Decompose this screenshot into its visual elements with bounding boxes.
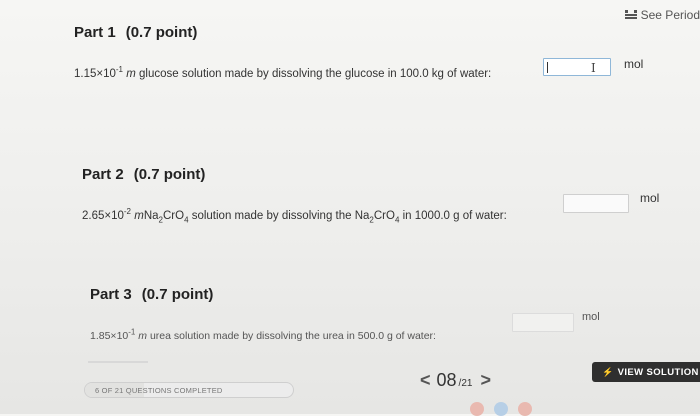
part-3-label: Part 3	[90, 286, 132, 303]
part-2-question: 2.65×10-2 mNa2CrO4 solution made by diss…	[82, 207, 507, 225]
part-2-label: Part 2	[82, 166, 124, 183]
part-3-question: 1.85×10-1 m urea solution made by dissol…	[90, 327, 436, 342]
part-2-unit: mol	[640, 191, 660, 205]
lightning-icon: ⚡	[602, 366, 614, 377]
part-1-points: (0.7 point)	[125, 24, 198, 41]
part-3-unit: mol	[582, 311, 600, 323]
current-question-number: 08	[436, 370, 457, 390]
section-divider	[88, 361, 148, 363]
previous-question-button[interactable]: <	[420, 370, 431, 391]
part-1-label: Part 1	[74, 24, 116, 41]
part-3-answer-input[interactable]	[512, 313, 574, 332]
questions-progress-bar: 6 OF 21 QUESTIONS COMPLETED	[84, 382, 294, 398]
see-periodic-label: See Period	[640, 8, 700, 22]
part-1-title: Part 1 (0.7 point)	[74, 24, 197, 41]
total-questions: /21	[458, 378, 473, 389]
text-caret	[547, 62, 548, 73]
ibeam-cursor-icon: I	[591, 61, 596, 75]
progress-label: 6 OF 21 QUESTIONS COMPLETED	[95, 386, 223, 395]
part-2-points: (0.7 point)	[133, 166, 206, 183]
periodic-table-icon	[624, 10, 637, 20]
part-1-unit: mol	[624, 57, 644, 71]
part-1-answer-input[interactable]: I	[543, 58, 611, 76]
view-solution-label: VIEW SOLUTION	[617, 366, 699, 378]
part-3-title: Part 3 (0.7 point)	[90, 286, 213, 303]
next-question-button[interactable]: >	[480, 370, 491, 391]
see-periodic-link[interactable]: See Period	[624, 8, 700, 22]
part-2-answer-input[interactable]	[563, 194, 629, 213]
part-2-title: Part 2 (0.7 point)	[82, 166, 205, 183]
view-solution-button[interactable]: ⚡ VIEW SOLUTION	[592, 362, 700, 382]
part-3-points: (0.7 point)	[141, 286, 214, 303]
part-1-question: 1.15×10-1 m glucose solution made by dis…	[74, 65, 492, 80]
question-pager: < 08 /21 >	[420, 370, 491, 391]
